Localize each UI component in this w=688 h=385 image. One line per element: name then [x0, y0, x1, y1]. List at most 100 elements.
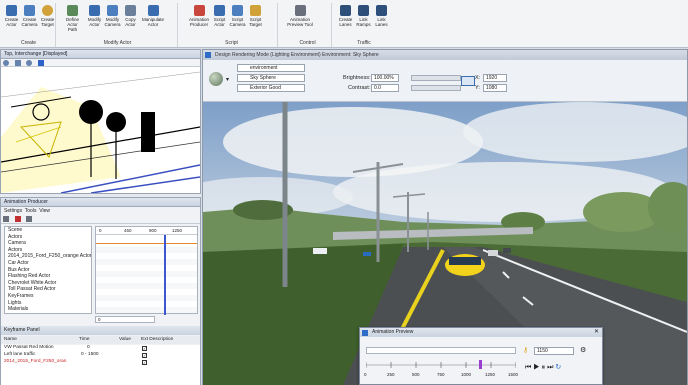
pan-icon[interactable]	[14, 60, 21, 66]
group-title: Create	[20, 40, 36, 46]
car-icon	[340, 5, 351, 16]
table-row[interactable]: VW Passat Red Motion 0 ✓	[1, 345, 200, 352]
sky-sphere-combo[interactable]: Sky Sphere	[237, 74, 305, 82]
rotate-icon[interactable]	[26, 60, 33, 66]
link-lanes-button[interactable]: Link Lanes	[373, 5, 390, 27]
producer-menubar: Settings Tools View	[1, 207, 200, 215]
frame-field[interactable]: 1150	[534, 347, 574, 355]
menu-tools[interactable]: Tools	[25, 208, 37, 214]
manipulate-actor-button[interactable]: Manipulate Actor	[141, 5, 165, 27]
column-value[interactable]: Value	[119, 336, 131, 344]
contrast-slider[interactable]	[411, 85, 461, 91]
settings-icon[interactable]: ⚙	[580, 346, 586, 354]
contrast-field[interactable]: 0.0	[371, 84, 399, 92]
tree-item[interactable]: Actors	[5, 234, 91, 241]
producer-tree[interactable]: Scene Actors Camera Actors 2014_2015_For…	[4, 226, 92, 314]
tree-item[interactable]: Actors	[5, 247, 91, 254]
animation-preview-window: Animation Preview ✕ ⚷ 1150 ⚙ 0 250 500 7…	[359, 327, 603, 385]
menu-view[interactable]: View	[39, 208, 50, 214]
tree-item[interactable]: Bus Actor	[5, 267, 91, 274]
script-target-button[interactable]: Script Target	[247, 5, 264, 27]
environment-toolbar: ▾ environment Sky Sphere Exterior Good B…	[203, 60, 687, 102]
preview-scrollbar[interactable]	[366, 347, 516, 354]
column-time[interactable]: Time	[79, 336, 89, 344]
close-icon[interactable]: ✕	[594, 328, 599, 337]
film-icon	[294, 5, 306, 16]
tree-item[interactable]: 2014_2015_Ford_F250_orange Actor	[5, 253, 91, 260]
timeline-lanes	[96, 247, 197, 313]
ribbon-group-control: Animation Preview Tool Control	[284, 3, 332, 47]
table-row[interactable]: Left lane traffic 0 - 1500 ✓	[1, 352, 200, 359]
tree-item[interactable]: Toll Passat Red Actor	[5, 286, 91, 293]
actor-edit-icon	[89, 5, 100, 16]
copy-icon	[125, 5, 136, 16]
new-icon[interactable]	[3, 216, 9, 222]
create-camera-button[interactable]: Create Camera	[21, 5, 38, 27]
y-field[interactable]: 1080	[483, 84, 507, 92]
actor-icon	[6, 5, 17, 16]
key-icon[interactable]: ⚷	[523, 346, 528, 354]
top-view-canvas[interactable]	[1, 67, 200, 193]
dropdown-arrow-icon[interactable]: ▾	[226, 76, 229, 83]
manipulate-icon	[147, 5, 159, 16]
edit-icon[interactable]	[26, 216, 33, 222]
column-name[interactable]: Name	[4, 336, 17, 344]
copy-actor-button[interactable]: Copy Actor	[122, 5, 139, 27]
animation-producer-button[interactable]: Animation Producer	[188, 5, 210, 27]
menu-settings[interactable]: Settings	[4, 208, 22, 214]
checkbox[interactable]: ✓	[142, 346, 147, 351]
link-ramps-button[interactable]: Link Ramps	[355, 5, 372, 27]
tree-item[interactable]: Flashing Red Actor	[5, 273, 91, 280]
ribbon-group-traffic: Create Lanes Link Ramps Link Lanes Traff…	[336, 3, 392, 47]
sphere-icon[interactable]	[209, 72, 223, 86]
define-actor-path-button[interactable]: Define Actor Path	[64, 5, 81, 32]
tree-item[interactable]: Car Actor	[5, 260, 91, 267]
timeline-ruler: 0 450 900 1250	[96, 227, 197, 235]
script-actor-button[interactable]: Script Actor	[211, 5, 228, 27]
loop-icon[interactable]: ↻	[555, 364, 563, 371]
exterior-combo[interactable]: Exterior Good	[237, 84, 305, 92]
script-camera-button[interactable]: Script Camera	[229, 5, 246, 27]
table-row[interactable]: 2014_2015_Ford_F250_oran ✓	[1, 359, 200, 366]
tree-item[interactable]: KeyFrames	[5, 293, 91, 300]
brightness-field[interactable]: 100.00%	[371, 74, 399, 82]
x-field[interactable]: 1920	[483, 74, 507, 82]
keyframe-header: Name Time Value Ext Description	[1, 336, 200, 344]
top-view-panel: Top, Interchange [Displayed]	[0, 49, 201, 194]
tree-item[interactable]: Chevrolet White Actor	[5, 280, 91, 287]
preview-playhead[interactable]	[479, 360, 482, 369]
create-target-button[interactable]: Create Target	[39, 5, 56, 27]
tree-item[interactable]: Scene	[5, 227, 91, 234]
tree-item[interactable]: Lights	[5, 300, 91, 307]
modify-camera-button[interactable]: Modify Camera	[104, 5, 121, 27]
modify-actor-button[interactable]: Modify Actor	[86, 5, 103, 27]
create-lanes-button[interactable]: Create Lanes	[337, 5, 354, 27]
top-view-title: Top, Interchange [Displayed]	[1, 50, 200, 59]
tree-item[interactable]: Materials	[5, 306, 91, 313]
delete-icon[interactable]	[14, 216, 21, 222]
fit-icon[interactable]	[38, 60, 45, 66]
animation-producer-panel: Animation Producer Settings Tools View S…	[0, 197, 201, 385]
brightness-slider[interactable]	[411, 75, 461, 81]
animation-preview-tool-button[interactable]: Animation Preview Tool	[286, 5, 314, 27]
lanes-icon	[376, 5, 387, 16]
timeline-track	[96, 243, 197, 244]
environment-combo[interactable]: environment	[237, 64, 305, 72]
script-actor-icon	[214, 5, 225, 16]
group-title: Modify Actor	[103, 40, 132, 46]
checkbox[interactable]: ✓	[142, 353, 147, 358]
zoom-icon[interactable]	[3, 60, 9, 66]
producer-icon	[193, 5, 205, 16]
checkbox[interactable]: ✓	[142, 360, 147, 365]
ribbon-toolbar: Create Actor Create Camera Create Target…	[0, 0, 688, 48]
create-actor-button[interactable]: Create Actor	[3, 5, 20, 27]
column-ext[interactable]: Ext Description	[141, 336, 173, 344]
frame-field[interactable]: 0	[95, 316, 155, 323]
play-icon[interactable]: ▶	[533, 364, 541, 371]
camera-icon	[24, 5, 35, 16]
timeline-tick: 0	[99, 228, 102, 233]
script-camera-icon	[232, 5, 243, 16]
tree-item[interactable]: Camera	[5, 240, 91, 247]
producer-timeline[interactable]: 0 450 900 1250	[95, 226, 198, 315]
resolution-icon[interactable]	[461, 76, 475, 86]
